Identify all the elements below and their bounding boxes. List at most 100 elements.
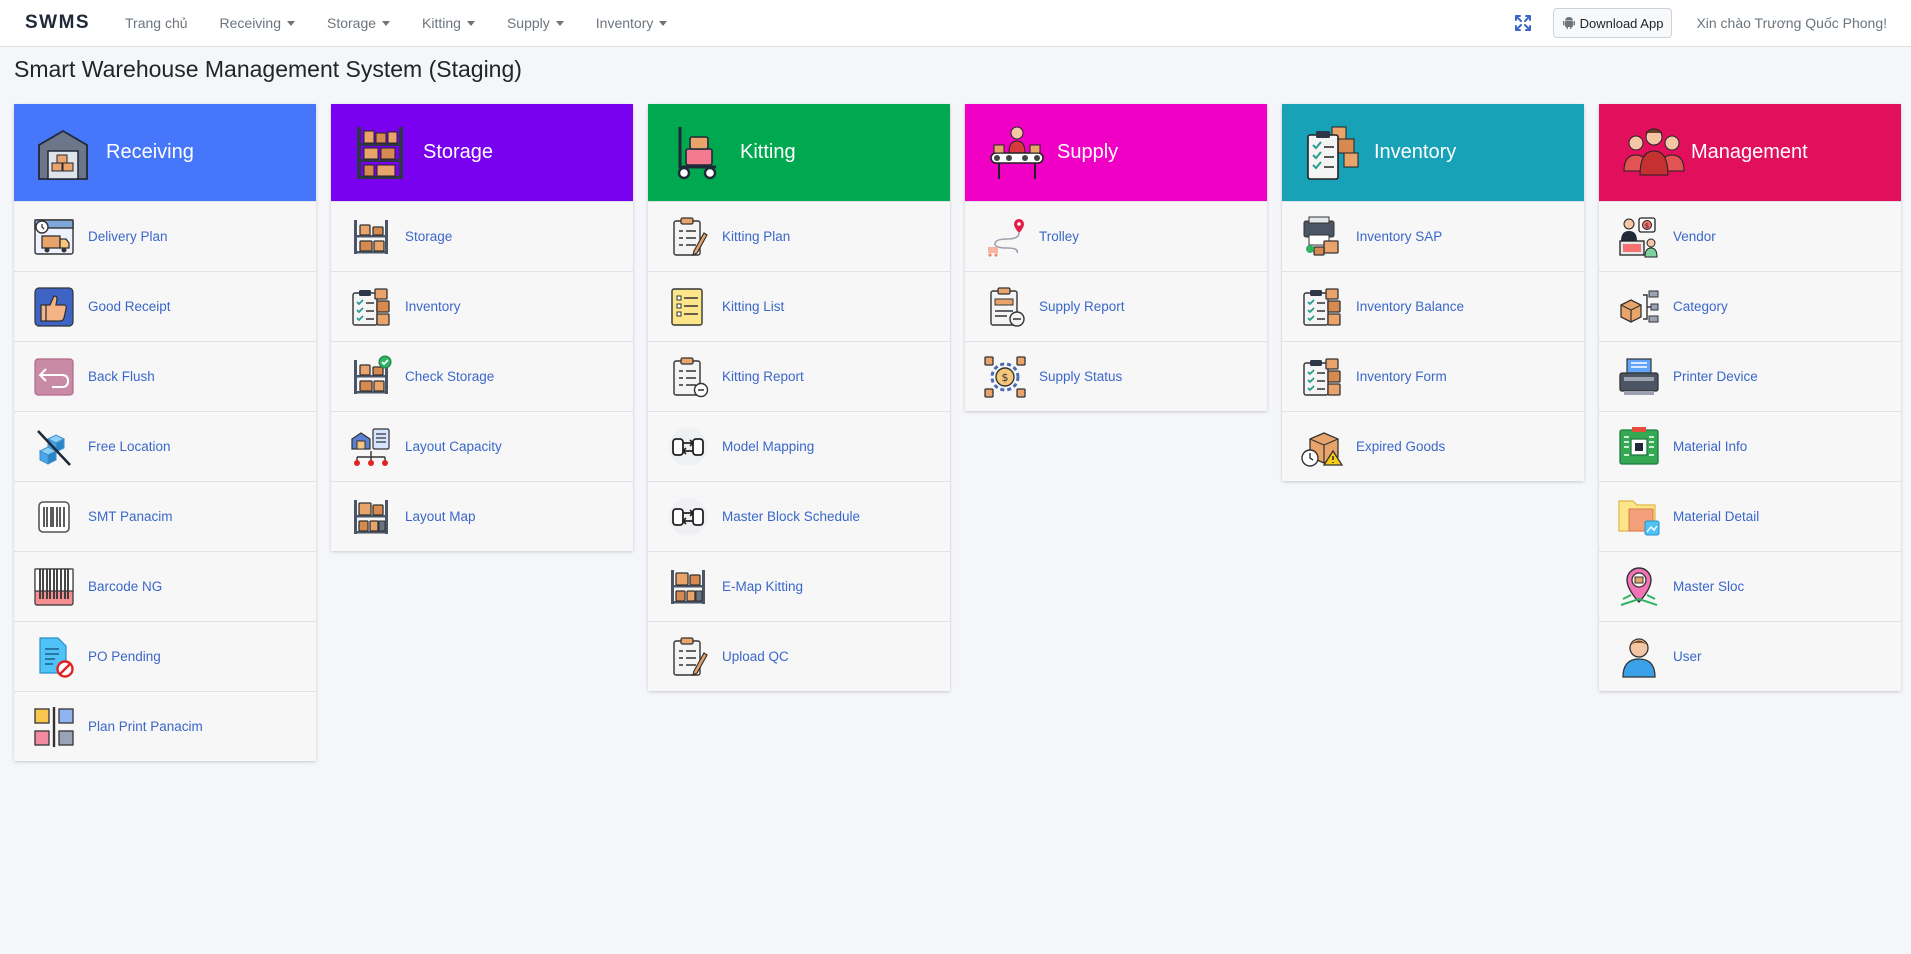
caret-down-icon xyxy=(382,21,391,26)
module-link-user[interactable]: User xyxy=(1599,621,1901,691)
module-header-management[interactable]: Management xyxy=(1599,104,1901,201)
caret-down-icon xyxy=(555,21,564,26)
barcode-scan-icon xyxy=(30,493,78,541)
shelf-check-icon xyxy=(347,353,395,401)
hand-trolley-icon xyxy=(670,123,724,183)
module-link-model-mapping[interactable]: Model Mapping xyxy=(648,411,950,481)
module-link-vendor[interactable]: $ Vendor xyxy=(1599,201,1901,271)
nav-item-home[interactable]: Trang chủ xyxy=(125,15,188,31)
module-link-label: Kitting List xyxy=(722,299,785,314)
shelf-map-icon xyxy=(664,563,712,611)
module-link-label: Good Receipt xyxy=(88,299,171,314)
module-title: Receiving xyxy=(106,141,194,163)
brand-logo[interactable]: SWMS xyxy=(25,12,125,34)
module-link-check-storage[interactable]: Check Storage xyxy=(331,341,633,411)
module-link-printer-device[interactable]: Printer Device xyxy=(1599,341,1901,411)
shelf-boxes-icon xyxy=(347,213,395,261)
module-header-supply[interactable]: Supply xyxy=(965,104,1267,201)
clipboard-report-icon xyxy=(664,353,712,401)
mapping-icon xyxy=(664,423,712,471)
module-link-label: Inventory Form xyxy=(1356,369,1447,384)
module-link-po-pending[interactable]: PO Pending xyxy=(14,621,316,691)
module-link-e-map-kitting[interactable]: E-Map Kitting xyxy=(648,551,950,621)
grid-plan-icon xyxy=(30,703,78,751)
module-link-label: Delivery Plan xyxy=(88,229,168,244)
module-link-material-info[interactable]: Material Info xyxy=(1599,411,1901,481)
svg-text:$: $ xyxy=(1645,222,1649,230)
svg-text:$: $ xyxy=(1002,371,1009,384)
module-link-label: Kitting Plan xyxy=(722,229,791,244)
module-link-inventory-form[interactable]: Inventory Form xyxy=(1282,341,1584,411)
module-link-label: Vendor xyxy=(1673,229,1716,244)
conveyor-worker-icon xyxy=(987,123,1044,183)
module-link-kitting-report[interactable]: Kitting Report xyxy=(648,341,950,411)
thumbs-up-icon xyxy=(30,283,78,331)
module-header-kitting[interactable]: Kitting xyxy=(648,104,950,201)
nav-item-receiving[interactable]: Receiving xyxy=(220,15,295,31)
module-link-category[interactable]: Category xyxy=(1599,271,1901,341)
barcode-icon xyxy=(30,563,78,611)
module-link-delivery-plan[interactable]: Delivery Plan xyxy=(14,201,316,271)
module-header-storage[interactable]: Storage xyxy=(331,104,633,201)
route-pin-icon xyxy=(981,213,1029,261)
module-link-master-sloc[interactable]: Master Sloc xyxy=(1599,551,1901,621)
nav-item-label: Storage xyxy=(327,15,377,31)
module-link-label: Plan Print Panacim xyxy=(88,719,203,734)
module-link-label: SMT Panacim xyxy=(88,509,173,524)
nav-item-supply[interactable]: Supply xyxy=(507,15,564,31)
module-link-plan-print-panacim[interactable]: Plan Print Panacim xyxy=(14,691,316,761)
module-link-master-block-schedule[interactable]: Master Block Schedule xyxy=(648,481,950,551)
nav-item-inventory[interactable]: Inventory xyxy=(596,15,668,31)
module-link-smt-panacim[interactable]: SMT Panacim xyxy=(14,481,316,551)
module-link-layout-capacity[interactable]: Layout Capacity xyxy=(331,411,633,481)
page-title: Smart Warehouse Management System (Stagi… xyxy=(14,56,522,82)
folder-image-icon xyxy=(1615,493,1663,541)
module-link-expired-goods[interactable]: Expired Goods xyxy=(1282,411,1584,481)
clipboard-boxes-icon xyxy=(347,283,395,331)
module-link-material-detail[interactable]: Material Detail xyxy=(1599,481,1901,551)
warehouse-icon xyxy=(36,123,90,183)
module-title: Supply xyxy=(1057,141,1119,163)
clipboard-boxes-icon xyxy=(1298,353,1346,401)
module-link-label: Inventory Balance xyxy=(1356,299,1465,314)
module-link-label: Model Mapping xyxy=(722,439,815,454)
caret-down-icon xyxy=(466,21,475,26)
module-header-inventory[interactable]: Inventory xyxy=(1282,104,1584,201)
module-link-label: Layout Capacity xyxy=(405,439,502,454)
module-link-storage[interactable]: Storage xyxy=(331,201,633,271)
module-link-label: E-Map Kitting xyxy=(722,579,804,594)
download-app-button[interactable]: Download App xyxy=(1552,8,1673,38)
module-link-trolley[interactable]: Trolley xyxy=(965,201,1267,271)
module-link-label: PO Pending xyxy=(88,649,161,664)
module-link-layout-map[interactable]: Layout Map xyxy=(331,481,633,551)
nav-item-label: Inventory xyxy=(595,15,654,31)
module-link-label: Material Detail xyxy=(1673,509,1760,524)
module-link-good-receipt[interactable]: Good Receipt xyxy=(14,271,316,341)
fullscreen-icon[interactable] xyxy=(1513,13,1533,33)
module-link-inventory-sap[interactable]: Inventory SAP xyxy=(1282,201,1584,271)
module-link-label: User xyxy=(1673,649,1702,664)
module-header-receiving[interactable]: Receiving xyxy=(14,104,316,201)
module-link-label: Supply Status xyxy=(1039,369,1123,384)
module-link-barcode-ng[interactable]: Barcode NG xyxy=(14,551,316,621)
user-greeting[interactable]: Xin chào Trương Quốc Phong! xyxy=(1696,15,1887,31)
chip-board-icon xyxy=(1615,423,1663,471)
module-link-upload-qc[interactable]: Upload QC xyxy=(648,621,950,691)
team-icon xyxy=(1621,123,1685,183)
module-link-inventory-balance[interactable]: Inventory Balance xyxy=(1282,271,1584,341)
nav-item-label: Receiving xyxy=(219,15,281,31)
module-link-back-flush[interactable]: Back Flush xyxy=(14,341,316,411)
nav-item-storage[interactable]: Storage xyxy=(327,15,391,31)
module-link-inventory[interactable]: Inventory xyxy=(331,271,633,341)
module-link-kitting-plan[interactable]: Kitting Plan xyxy=(648,201,950,271)
module-link-supply-status[interactable]: $ Supply Status xyxy=(965,341,1267,411)
module-card-kitting: Kitting Kitting Plan Kitting List Kitting R… xyxy=(648,104,950,691)
nav-item-kitting[interactable]: Kitting xyxy=(422,15,475,31)
module-link-label: Storage xyxy=(405,229,453,244)
module-card-management: Management $ Vendor Category Printer Device M… xyxy=(1599,104,1901,691)
module-link-kitting-list[interactable]: Kitting List xyxy=(648,271,950,341)
nav-menu: Trang chủ Receiving Storage Kitting Supp… xyxy=(125,15,699,31)
module-grid: Receiving Delivery Plan Good Receipt Back F… xyxy=(14,104,1901,761)
module-link-free-location[interactable]: Free Location xyxy=(14,411,316,481)
module-link-supply-report[interactable]: Supply Report xyxy=(965,271,1267,341)
